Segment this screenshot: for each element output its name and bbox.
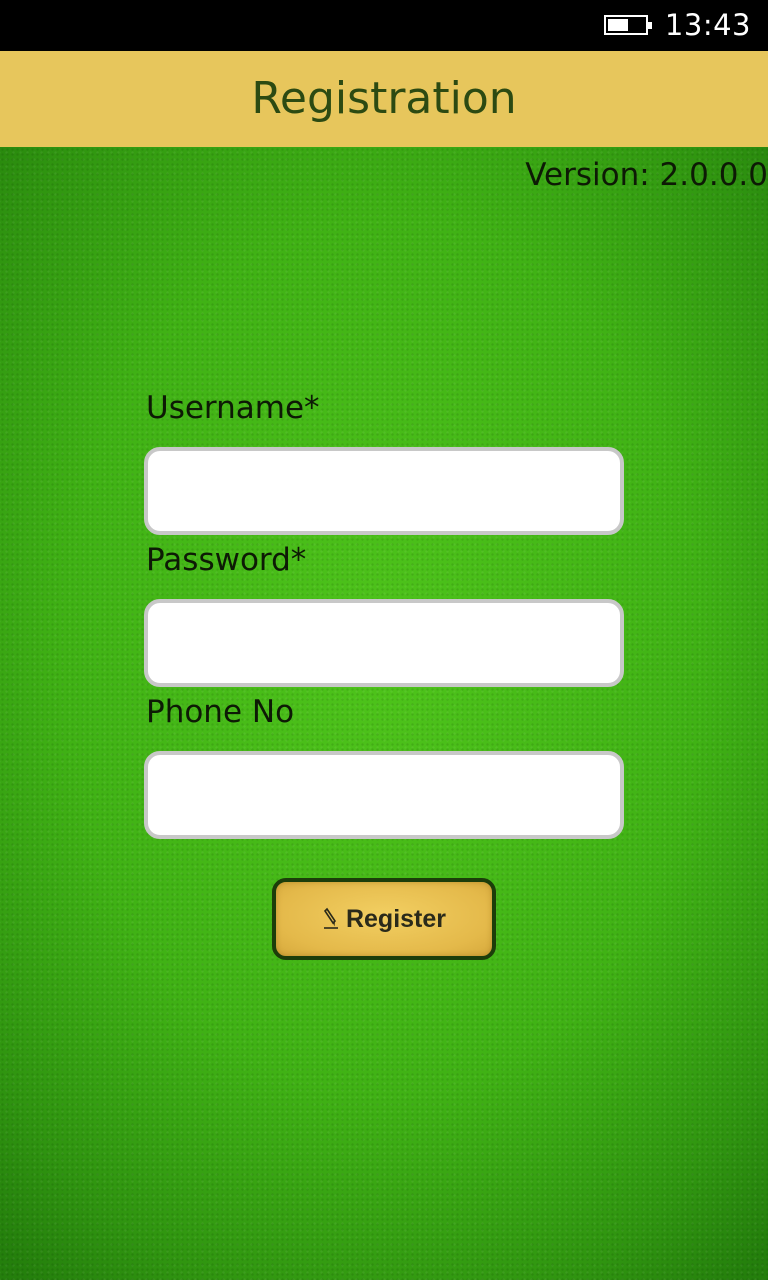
password-label: Password* (146, 542, 307, 578)
phone-input[interactable] (144, 751, 624, 839)
phone-label: Phone No (146, 694, 295, 730)
version-label: Version: 2.0.0.0 (525, 157, 768, 193)
header-bar: Registration (0, 51, 768, 147)
registration-form-area: Version: 2.0.0.0 Username* Password* Pho… (0, 147, 768, 1280)
username-label: Username* (146, 390, 320, 426)
app-screen: 13:43 Registration Version: 2.0.0.0 User… (0, 0, 768, 1280)
username-input[interactable] (144, 447, 624, 535)
register-button[interactable]: Register (272, 878, 496, 960)
battery-level-fill (608, 19, 628, 31)
battery-icon (604, 15, 652, 35)
pencil-icon (322, 907, 340, 931)
password-input[interactable] (144, 599, 624, 687)
page-title: Registration (251, 73, 517, 124)
status-bar: 13:43 (0, 0, 768, 51)
register-button-label: Register (345, 904, 447, 933)
status-clock: 13:43 (664, 8, 751, 42)
